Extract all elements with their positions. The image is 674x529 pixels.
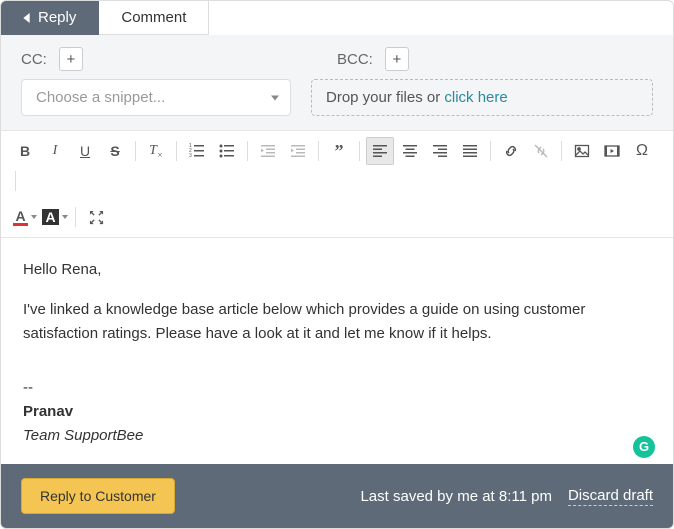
file-dropzone[interactable]: Drop your files or click here [311, 79, 653, 116]
outdent-button[interactable] [254, 137, 282, 165]
signature-name: Pranav [23, 400, 651, 424]
cc-group: CC: + [21, 47, 337, 71]
last-saved-text: Last saved by me at 8:11 pm [360, 488, 552, 505]
separator [490, 141, 491, 161]
snippet-dropdown[interactable]: Choose a snippet... [21, 79, 291, 116]
tab-comment[interactable]: Comment [99, 1, 209, 35]
tab-bar: Reply Comment [1, 1, 673, 35]
align-center-button[interactable] [396, 137, 424, 165]
footer-bar: Reply to Customer Last saved by me at 8:… [1, 464, 673, 528]
indent-button[interactable] [284, 137, 312, 165]
separator [75, 207, 76, 227]
tab-reply[interactable]: Reply [1, 1, 99, 35]
dropzone-text: Drop your files or [326, 89, 444, 106]
special-char-button[interactable]: Ω [628, 137, 656, 165]
unordered-list-button[interactable] [213, 137, 241, 165]
fullscreen-button[interactable] [82, 203, 110, 231]
reply-to-customer-button[interactable]: Reply to Customer [21, 478, 175, 514]
cc-label: CC: [21, 51, 47, 68]
chevron-down-icon [62, 215, 68, 219]
separator [247, 141, 248, 161]
separator [318, 141, 319, 161]
greeting-text: Hello Rena, [23, 258, 651, 282]
signature-team: Team SupportBee [23, 424, 651, 448]
snippet-row: Choose a snippet... Drop your files or c… [1, 79, 673, 131]
align-justify-button[interactable] [456, 137, 484, 165]
tab-comment-label: Comment [121, 9, 186, 26]
blockquote-button[interactable]: ” [325, 137, 353, 165]
separator [15, 171, 16, 191]
link-button[interactable] [497, 137, 525, 165]
body-text: I've linked a knowledge base article bel… [23, 298, 651, 346]
italic-button[interactable]: I [41, 137, 69, 165]
bg-color-button[interactable]: A [41, 203, 69, 231]
add-cc-button[interactable]: + [59, 47, 83, 71]
separator [561, 141, 562, 161]
bold-button[interactable]: B [11, 137, 39, 165]
chevron-down-icon [31, 215, 37, 219]
separator [176, 141, 177, 161]
clear-format-button[interactable]: T× [142, 137, 170, 165]
dropzone-link[interactable]: click here [444, 89, 507, 106]
image-button[interactable] [568, 137, 596, 165]
svg-text:3: 3 [189, 153, 192, 159]
bcc-label: BCC: [337, 51, 373, 68]
strikethrough-button[interactable]: S [101, 137, 129, 165]
unlink-button[interactable] [527, 137, 555, 165]
message-editor[interactable]: Hello Rena, I've linked a knowledge base… [1, 238, 673, 464]
align-right-button[interactable] [426, 137, 454, 165]
align-left-button[interactable] [366, 137, 394, 165]
separator [135, 141, 136, 161]
separator [359, 141, 360, 161]
add-bcc-button[interactable]: + [385, 47, 409, 71]
editor-toolbar: B I U S T× 123 ” Ω A A [1, 131, 673, 238]
text-color-button[interactable]: A [11, 203, 39, 231]
underline-button[interactable]: U [71, 137, 99, 165]
video-button[interactable] [598, 137, 626, 165]
chevron-down-icon [271, 95, 279, 100]
grammarly-icon[interactable]: G [633, 436, 655, 458]
recipients-row: CC: + BCC: + [1, 35, 673, 79]
bcc-group: BCC: + [337, 47, 653, 71]
tab-reply-label: Reply [38, 9, 76, 26]
snippet-placeholder: Choose a snippet... [21, 79, 291, 116]
discard-draft-link[interactable]: Discard draft [568, 487, 653, 506]
signature-separator: -- [23, 376, 651, 400]
reply-panel: Reply Comment CC: + BCC: + Choose a snip… [0, 0, 674, 529]
reply-arrow-icon [23, 13, 29, 23]
ordered-list-button[interactable]: 123 [183, 137, 211, 165]
